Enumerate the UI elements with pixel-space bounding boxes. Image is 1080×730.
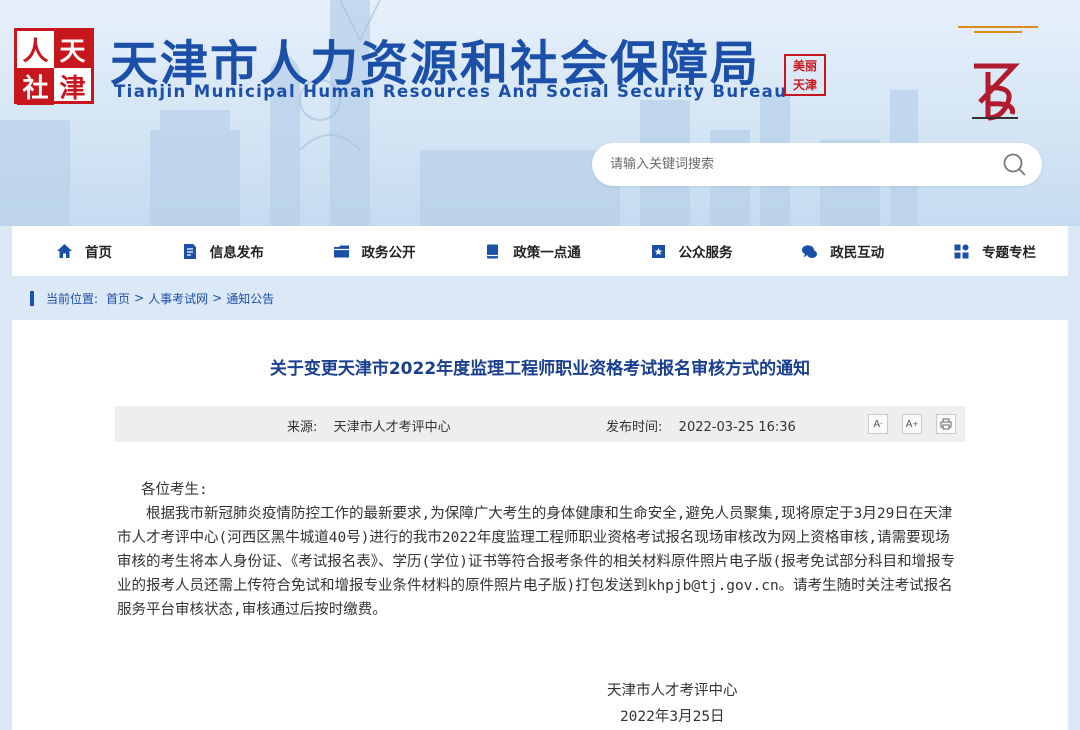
nav-item-public-service[interactable]: 公众服务 bbox=[650, 241, 733, 261]
article-paragraph: 根据我市新冠肺炎疫情防控工作的最新要求,为保障广大考生的身体健康和生命安全,避免… bbox=[117, 506, 956, 618]
search-bar bbox=[592, 143, 1042, 186]
document-icon bbox=[183, 243, 196, 259]
book-icon bbox=[487, 244, 499, 258]
zb-brand-logo bbox=[972, 63, 1020, 121]
article-panel: 关于变更天津市2022年度监理工程师职业资格考试报名审核方式的通知 来源: 天津… bbox=[12, 320, 1068, 730]
article-date: 2022年3月25日 bbox=[619, 709, 725, 725]
font-decrease-button[interactable]: A- bbox=[868, 414, 888, 434]
home-icon bbox=[57, 243, 72, 258]
font-increase-button[interactable]: A + bbox=[902, 414, 922, 434]
breadcrumb-link-home[interactable]: 首页 bbox=[106, 290, 130, 307]
chat-icon bbox=[802, 244, 818, 258]
font-decrease-label: A bbox=[873, 418, 881, 430]
time-label: 发布时间: bbox=[606, 420, 663, 435]
nav-item-label: 政民互动 bbox=[830, 245, 885, 261]
article-source: 来源: 天津市人才考评中心 bbox=[287, 416, 451, 435]
nav-item-label: 政务公开 bbox=[361, 245, 416, 261]
breadcrumb: 当前位置: 首页 > 人事考试网 > 通知公告 bbox=[30, 288, 274, 308]
print-button[interactable] bbox=[936, 414, 956, 434]
beautiful-tianjin-seal: 美丽 天津 bbox=[784, 54, 826, 96]
site-logo[interactable]: 人 天 社 津 bbox=[14, 28, 94, 105]
nav-item-policy[interactable]: 政策一点通 bbox=[484, 241, 581, 261]
article-meta-bar: 来源: 天津市人才考评中心 发布时间: 2022-03-25 16:36 A- … bbox=[115, 406, 965, 442]
site-subtitle: Tianjin Municipal Human Resources And So… bbox=[114, 82, 788, 101]
nav-item-label: 政策一点通 bbox=[513, 245, 581, 261]
nav-item-gov-affairs[interactable]: 政务公开 bbox=[333, 241, 416, 261]
breadcrumb-marker bbox=[30, 290, 34, 306]
logo-char: 人 bbox=[22, 37, 49, 67]
breadcrumb-link-exam[interactable]: 人事考试网 bbox=[148, 290, 208, 307]
article-publish-time: 发布时间: 2022-03-25 16:36 bbox=[606, 416, 796, 435]
nav-item-home[interactable]: 首页 bbox=[56, 241, 112, 261]
article-title: 关于变更天津市2022年度监理工程师职业资格考试报名审核方式的通知 bbox=[269, 359, 811, 379]
source-value: 天津市人才考评中心 bbox=[333, 420, 451, 435]
article-body: 各位考生: 根据我市新冠肺炎疫情防控工作的最新要求,为保障广大考生的身体健康和生… bbox=[117, 478, 957, 622]
article-greeting: 各位考生: bbox=[141, 482, 208, 498]
print-icon bbox=[940, 418, 952, 430]
nav-item-topics[interactable]: 专题专栏 bbox=[953, 241, 1036, 261]
seal-text: 天津 bbox=[792, 77, 817, 92]
logo-char: 天 bbox=[54, 31, 91, 68]
nav-item-label: 首页 bbox=[85, 245, 112, 261]
breadcrumb-prefix: 当前位置: bbox=[46, 291, 99, 306]
logo-char: 社 bbox=[17, 68, 54, 105]
party-emblem-logo bbox=[958, 24, 1038, 52]
search-input[interactable] bbox=[610, 143, 990, 186]
main-nav: 首页 信息发布 政务公开 政策一点通 公众服务 政民互动 专题专栏 bbox=[12, 226, 1068, 276]
nav-item-label: 信息发布 bbox=[209, 245, 264, 261]
seal-text: 美丽 bbox=[792, 58, 817, 73]
nav-item-info[interactable]: 信息发布 bbox=[181, 241, 264, 261]
grid-icon bbox=[954, 244, 969, 258]
time-value: 2022-03-25 16:36 bbox=[678, 420, 796, 435]
service-icon bbox=[651, 244, 665, 258]
breadcrumb-separator: > bbox=[212, 291, 223, 305]
search-icon[interactable] bbox=[1002, 152, 1028, 178]
source-label: 来源: bbox=[287, 420, 318, 435]
breadcrumb-link-notice[interactable]: 通知公告 bbox=[226, 290, 274, 307]
article-signature: 天津市人才考评中心 bbox=[607, 683, 738, 699]
header-banner: 人 天 社 津 天津市人力资源和社会保障局 Tianjin Municipal … bbox=[0, 0, 1080, 226]
nav-item-label: 专题专栏 bbox=[982, 245, 1036, 261]
article-signature-block: 天津市人才考评中心 2022年3月25日 bbox=[607, 678, 738, 730]
breadcrumb-separator: > bbox=[134, 291, 145, 305]
nav-item-interaction[interactable]: 政民互动 bbox=[801, 241, 884, 261]
nav-item-label: 公众服务 bbox=[678, 245, 733, 261]
logo-char: 津 bbox=[59, 74, 86, 104]
font-increase-label: A bbox=[905, 418, 913, 430]
folder-icon bbox=[333, 245, 349, 257]
